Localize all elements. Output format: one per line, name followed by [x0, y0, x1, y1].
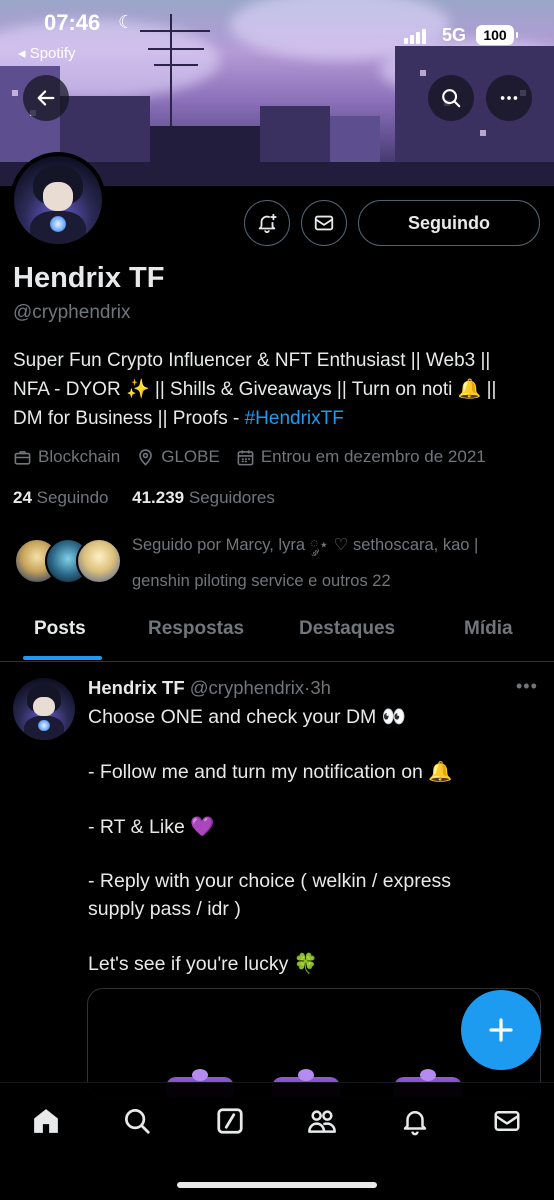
- nav-home[interactable]: [26, 1101, 66, 1141]
- post-text-line: supply pass / idr ): [88, 898, 241, 920]
- tab-posts[interactable]: Posts: [34, 618, 86, 640]
- profile-name: Hendrix TF: [13, 262, 165, 294]
- bio-text: DM for Business || Proofs -: [13, 408, 245, 429]
- more-button[interactable]: [486, 75, 532, 121]
- tab-replies[interactable]: Respostas: [148, 618, 244, 640]
- nav-grok[interactable]: [210, 1101, 250, 1141]
- post-time: 3h: [310, 677, 331, 698]
- location-label: GLOBE: [161, 447, 220, 466]
- location-pin-icon: [139, 448, 153, 465]
- bell-plus-icon: [258, 213, 277, 234]
- envelope-icon: [494, 1111, 520, 1131]
- signal-icon: [404, 28, 426, 44]
- nav-notifications[interactable]: [395, 1101, 435, 1141]
- active-tab-indicator: [23, 656, 102, 660]
- following-count: 24: [13, 488, 32, 507]
- profile-bio: Super Fun Crypto Influencer & NFT Enthus…: [13, 346, 541, 433]
- notifications-button[interactable]: [244, 200, 290, 246]
- briefcase-icon: [14, 450, 31, 465]
- nav-search[interactable]: [117, 1101, 157, 1141]
- following-link[interactable]: 24 Seguindo: [13, 488, 109, 507]
- banner-antenna: [148, 48, 204, 50]
- profile-avatar[interactable]: [10, 152, 106, 248]
- post-author-handle: @cryphendrix: [189, 677, 305, 698]
- banner-window: [12, 90, 18, 96]
- followers-link[interactable]: 41.239 Seguidores: [132, 488, 275, 507]
- avatar-figure: [33, 696, 55, 717]
- following-button[interactable]: Seguindo: [358, 200, 540, 246]
- bio-hashtag-link[interactable]: #HendrixTF: [245, 408, 344, 429]
- tab-highlights[interactable]: Destaques: [299, 618, 395, 640]
- post-text-line: - RT & Like 💜: [88, 816, 215, 838]
- joined-label: Entrou em dezembro de 2021: [260, 447, 486, 466]
- avatar-orb: [50, 215, 66, 232]
- banner-window: [480, 130, 486, 136]
- profile-meta: Blockchain GLOBE Entrou em dezembro de 2…: [13, 447, 502, 467]
- calendar-icon: [237, 449, 254, 465]
- profile-joined: Entrou em dezembro de 2021: [236, 447, 486, 467]
- follower-avatar: [76, 538, 122, 584]
- arrow-left-icon: [37, 90, 55, 106]
- tab-media[interactable]: Mídia: [464, 618, 513, 640]
- network-type: 5G: [442, 25, 467, 45]
- post-header[interactable]: Hendrix TF @cryphendrix·3h: [88, 677, 331, 699]
- profile-category: Blockchain: [13, 447, 120, 467]
- banner-window: [420, 70, 426, 76]
- nav-communities[interactable]: [302, 1101, 342, 1141]
- back-to-app-link[interactable]: ◂ Spotify: [18, 44, 76, 62]
- more-horizontal-icon: [500, 96, 518, 100]
- banner-antenna: [154, 64, 198, 66]
- home-icon: [34, 1109, 58, 1133]
- post-text-line: Let's see if you're lucky 🍀: [88, 953, 319, 975]
- post-text-line: - Reply with your choice ( welkin / expr…: [88, 870, 452, 892]
- search-icon: [125, 1109, 150, 1134]
- following-label: Seguindo: [36, 488, 109, 507]
- post-text-line: - Follow me and turn my notification on …: [88, 761, 453, 783]
- followers-count: 41.239: [132, 488, 185, 507]
- bell-icon: [403, 1111, 427, 1136]
- bio-line: Super Fun Crypto Influencer & NFT Enthus…: [13, 350, 491, 371]
- envelope-icon: [314, 215, 334, 231]
- followed-by-line: Seguido por Marcy, lyra ༘⋆ ♡ sethoscara,…: [132, 536, 479, 554]
- post-text-line: Choose ONE and check your DM 👀: [88, 706, 406, 728]
- nav-messages[interactable]: [487, 1101, 527, 1141]
- moon-icon: ☾: [118, 12, 135, 32]
- profile-tabs: Posts Respostas Destaques Mídia: [0, 606, 554, 662]
- search-button[interactable]: [428, 75, 474, 121]
- bio-line: NFA - DYOR ✨ || Shills & Giveaways || Tu…: [13, 379, 497, 400]
- avatar-figure: [43, 182, 73, 211]
- banner-antenna: [140, 30, 210, 32]
- bio-line: DM for Business || Proofs - #HendrixTF: [13, 404, 541, 433]
- profile-handle: @cryphendrix: [13, 302, 131, 323]
- message-button[interactable]: [301, 200, 347, 246]
- communities-icon: [308, 1110, 336, 1133]
- post-author-avatar[interactable]: [13, 678, 75, 740]
- followed-by-line: genshin piloting service e outros 22: [132, 572, 391, 590]
- post-more-icon[interactable]: •••: [516, 676, 538, 697]
- back-button[interactable]: [23, 75, 69, 121]
- post-author-name: Hendrix TF: [88, 677, 185, 698]
- compose-button[interactable]: [461, 990, 541, 1070]
- search-icon: [442, 89, 461, 108]
- avatar-orb: [38, 720, 50, 732]
- followed-by-text[interactable]: Seguido por Marcy, lyra ༘⋆ ♡ sethoscara,…: [132, 527, 536, 599]
- home-indicator[interactable]: [177, 1182, 377, 1188]
- followers-label: Seguidores: [188, 488, 275, 507]
- category-label: Blockchain: [38, 447, 121, 466]
- plus-icon: [489, 1018, 513, 1042]
- followed-by-avatars[interactable]: [14, 538, 122, 584]
- status-time: 07:46: [44, 10, 101, 35]
- battery-icon: 100: [476, 25, 518, 45]
- grok-icon: [217, 1108, 243, 1134]
- profile-location: GLOBE: [136, 447, 220, 467]
- follow-counts: 24 Seguindo 41.239 Seguidores: [13, 488, 275, 508]
